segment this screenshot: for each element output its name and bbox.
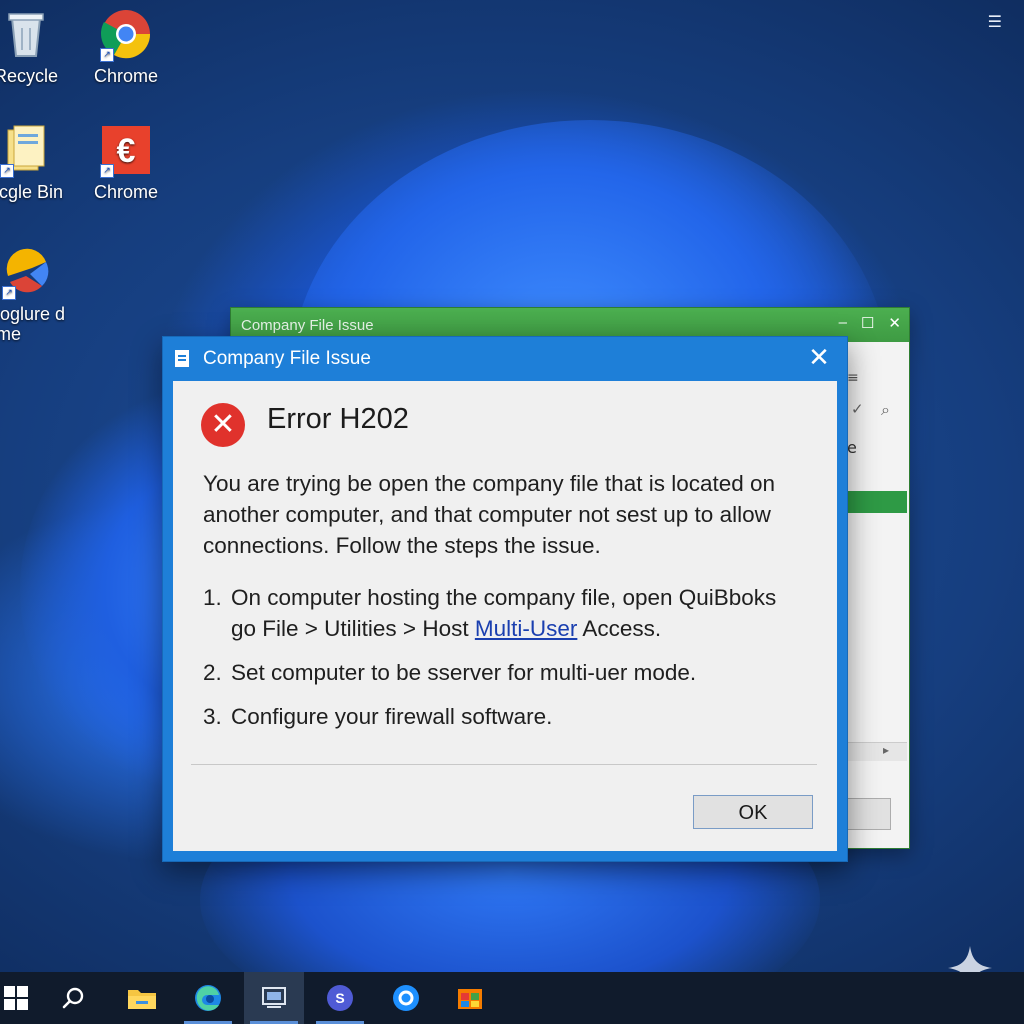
svg-text:€: € [117,132,136,170]
chrome-icon: ↗ [100,8,152,62]
menu-icon[interactable]: ≡ [847,370,859,386]
step-item: 3. Configure your firewall software. [203,701,823,732]
recycle-bin-icon [0,8,52,60]
check-icon[interactable]: ✓ [851,400,864,418]
shortcut-arrow-icon: ↗ [0,164,14,178]
step-item: 1. On computer hosting the company file, … [203,582,823,644]
desktop-icon-chrome[interactable]: ↗ Chrome [76,8,176,86]
corner-menu-icon[interactable]: ☰ [988,12,1002,31]
background-window-button[interactable] [847,798,891,830]
desktop-icon-red-app[interactable]: € ↗ Chrome [76,124,176,202]
cortana-icon [393,985,419,1011]
maximize-icon[interactable]: ☐ [861,314,874,332]
truncated-text: e [847,438,857,457]
step-text: go File > Utilities > Host [231,616,475,641]
dialog-separator [191,764,817,765]
folder-files-icon: ↗ [0,124,52,178]
ok-button[interactable]: OK [693,795,813,829]
chrome-colorful-icon: ↗ [2,246,54,300]
dialog-body: ✕ Error H202 You are trying be open the … [173,381,837,851]
file-explorer-icon [128,990,156,1009]
red-app-icon: € ↗ [100,124,152,178]
start-button[interactable] [0,972,46,1024]
scroll-right-icon[interactable]: ▸ [883,743,889,757]
search-icon [62,987,84,1009]
error-icon: ✕ [201,403,245,447]
taskbar-edge[interactable] [178,972,238,1024]
desktop-icon-label: Chrome [93,66,159,86]
step-number: 2. [203,660,222,685]
close-icon[interactable]: ✕ [888,314,901,332]
desktop-icon-folder[interactable]: ↗ ocgle Bin [0,124,76,202]
taskbar-teams[interactable]: S [310,972,370,1024]
step-item: 2. Set computer to be sserver for multi-u… [203,657,823,688]
teams-icon: S [327,985,353,1011]
horizontal-scrollbar[interactable]: ▸ [847,742,907,761]
desktop-icon-label: Chrome [93,182,159,202]
document-icon [175,350,189,367]
dialog-title: Company File Issue [203,348,371,369]
multi-user-link[interactable]: Multi-User [475,616,578,641]
step-number: 3. [203,704,222,729]
step-text: Access. [577,616,662,641]
taskbar-store[interactable] [440,972,500,1024]
minimize-icon[interactable]: – [839,314,847,332]
background-window-title: Company File Issue [241,317,374,334]
search-icon[interactable]: ⌕ [881,400,890,420]
error-dialog[interactable]: Company File Issue ✕ ✕ Error H202 You ar… [162,336,848,862]
store-icon [458,989,482,1009]
taskbar-search-button[interactable] [44,972,104,1024]
svg-text:S: S [335,990,344,1006]
edge-icon [195,985,221,1011]
shortcut-arrow-icon: ↗ [2,286,16,300]
desktop-background: ☰ Recycle ↗ Chrome ↗ ocgle Bin € ↗ Chrom… [0,0,1024,972]
step-text: Set computer to be sserver for multi-uer… [231,660,697,685]
shortcut-arrow-icon: ↗ [100,164,114,178]
selected-row[interactable] [847,491,907,513]
desktop-icon-label: ocgle Bin [0,182,64,202]
taskbar-file-explorer[interactable] [112,972,172,1024]
task-view-icon [262,987,286,1008]
desktop-icon-recycle[interactable]: Recycle [0,8,76,86]
dialog-titlebar[interactable]: Company File Issue ✕ [163,337,847,381]
error-message: You are trying be open the company file … [203,471,776,558]
step-text: Configure your firewall software. [231,704,553,729]
desktop-icon-label: Googlure d home [0,304,66,344]
taskbar-task-view[interactable] [244,972,304,1024]
error-heading: Error H202 [267,403,409,435]
windows-start-icon [4,986,28,1010]
step-number: 1. [203,585,222,610]
desktop-icon-label: Recycle [0,66,59,86]
desktop-icon-google-home[interactable]: ↗ Googlure d home [0,246,98,344]
shortcut-arrow-icon: ↗ [100,48,114,62]
dialog-close-button[interactable]: ✕ [803,343,835,375]
taskbar-cortana[interactable] [376,972,436,1024]
step-text: On computer hosting the company file, op… [231,585,777,610]
taskbar: S [0,972,1024,1024]
